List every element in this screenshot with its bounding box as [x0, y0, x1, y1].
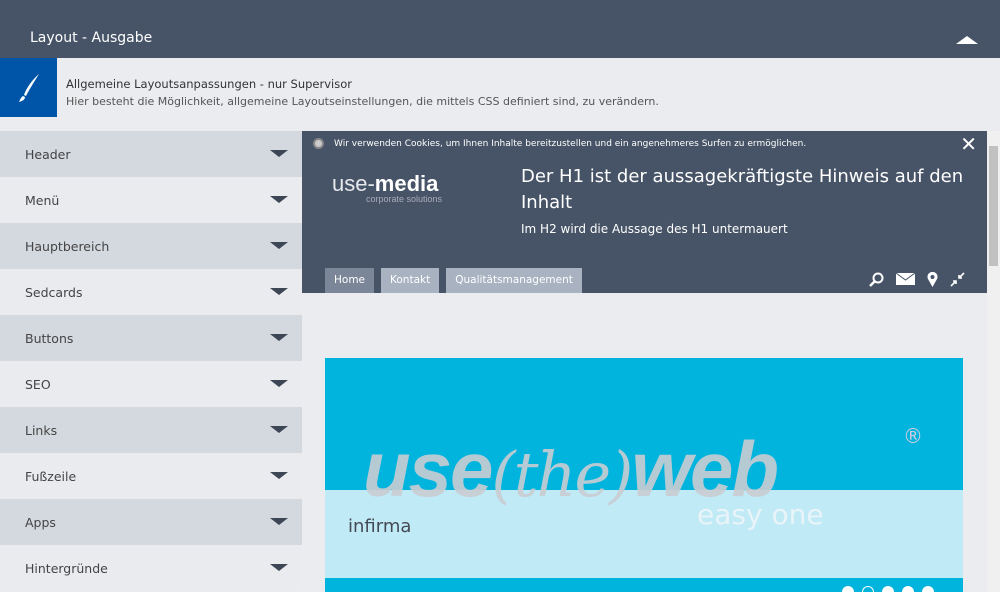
sidebar-item-sedcards[interactable]: Sedcards: [0, 269, 302, 315]
preview-h1: Der H1 ist der aussagekräftigste Hinweis…: [521, 166, 964, 213]
sidebar-item-label: SEO: [25, 376, 51, 392]
chevron-down-icon: [270, 564, 288, 571]
sidebar-item-hintergruende[interactable]: Hintergründe: [0, 545, 302, 591]
sidebar-item-seo[interactable]: SEO: [0, 361, 302, 407]
sidebar-item-links[interactable]: Links: [0, 407, 302, 453]
cookie-text: Wir verwenden Cookies, um Ihnen Inhalte …: [334, 138, 807, 149]
collapse-icon[interactable]: [950, 272, 965, 291]
sidebar-item-hauptbereich[interactable]: Hauptbereich: [0, 223, 302, 269]
scrollbar[interactable]: [987, 131, 1000, 592]
layout-preview: Wir verwenden Cookies, um Ihnen Inhalte …: [302, 131, 987, 592]
sidebar-item-label: Header: [25, 146, 71, 162]
slide-dot-active[interactable]: [862, 586, 874, 592]
close-icon[interactable]: ✕: [960, 132, 977, 156]
sidebar-item-buttons[interactable]: Buttons: [0, 315, 302, 361]
sidebar-item-apps[interactable]: Apps: [0, 499, 302, 545]
nav-kontakt[interactable]: Kontakt: [381, 268, 440, 293]
preview-h2: Im H2 wird die Aussage des H1 untermauer…: [521, 222, 788, 236]
sidebar-item-fusszeile[interactable]: Fußzeile: [0, 453, 302, 499]
logo-text: use-: [332, 171, 375, 196]
sidebar-item-label: Menü: [25, 192, 60, 208]
banner-caption: infirma: [348, 516, 412, 537]
chevron-down-icon: [270, 196, 288, 203]
chevron-down-icon: [270, 334, 288, 341]
chevron-down-icon: [270, 426, 288, 433]
preview-header: Wir verwenden Cookies, um Ihnen Inhalte …: [302, 131, 987, 293]
cookie-notice: Wir verwenden Cookies, um Ihnen Inhalte …: [313, 138, 806, 149]
page-header: Layout - Ausgabe: [0, 0, 1000, 58]
chevron-up-icon[interactable]: [956, 36, 978, 44]
slide-dot[interactable]: [902, 586, 914, 592]
sidebar-item-label: Sedcards: [25, 284, 83, 300]
cookie-icon: [313, 138, 324, 149]
nav-home[interactable]: Home: [325, 268, 375, 293]
sidebar-item-menu[interactable]: Menü: [0, 177, 302, 223]
chevron-down-icon: [270, 518, 288, 525]
logo-subtitle: corporate solutions: [366, 194, 443, 204]
sidebar-item-label: Buttons: [25, 330, 74, 346]
slider-dots: [842, 586, 934, 592]
chevron-down-icon: [270, 150, 288, 157]
chevron-down-icon: [270, 288, 288, 295]
sidebar: Header Menü Hauptbereich Sedcards Button…: [0, 131, 302, 591]
chevron-down-icon: [270, 472, 288, 479]
slide-dot[interactable]: [922, 586, 934, 592]
chevron-down-icon: [270, 242, 288, 249]
hero-banner: use(the)web ® easy one infirma: [325, 358, 963, 592]
brush-icon: [0, 58, 57, 117]
location-pin-icon[interactable]: [927, 271, 938, 291]
banner-subtitle: easy one: [697, 498, 824, 531]
slide-dot[interactable]: [842, 586, 854, 592]
scrollbar-thumb[interactable]: [989, 146, 998, 266]
sidebar-item-label: Hauptbereich: [25, 238, 110, 254]
info-panel: Allgemeine Layoutsanpassungen - nur Supe…: [0, 58, 1000, 118]
preview-nav: Home Kontakt Qualitätsmanagement: [325, 268, 582, 293]
slide-dot[interactable]: [882, 586, 894, 592]
search-icon[interactable]: [869, 272, 884, 291]
nav-qualitaetsmanagement[interactable]: Qualitätsmanagement: [446, 268, 582, 293]
registered-mark: ®: [903, 424, 923, 448]
info-text: Hier besteht die Möglichkeit, allgemeine…: [66, 95, 659, 108]
sidebar-item-label: Hintergründe: [25, 560, 108, 576]
sidebar-item-label: Links: [25, 422, 58, 438]
chevron-down-icon: [270, 380, 288, 387]
sidebar-item-label: Fußzeile: [25, 468, 77, 484]
sidebar-item-header[interactable]: Header: [0, 131, 302, 177]
info-heading: Allgemeine Layoutsanpassungen - nur Supe…: [66, 77, 352, 91]
page-title: Layout - Ausgabe: [30, 30, 153, 46]
sidebar-item-label: Apps: [25, 514, 56, 530]
logo-text-bold: media: [374, 171, 439, 196]
mail-icon[interactable]: [895, 272, 916, 291]
logo: use-media corporate solutions: [332, 171, 442, 204]
